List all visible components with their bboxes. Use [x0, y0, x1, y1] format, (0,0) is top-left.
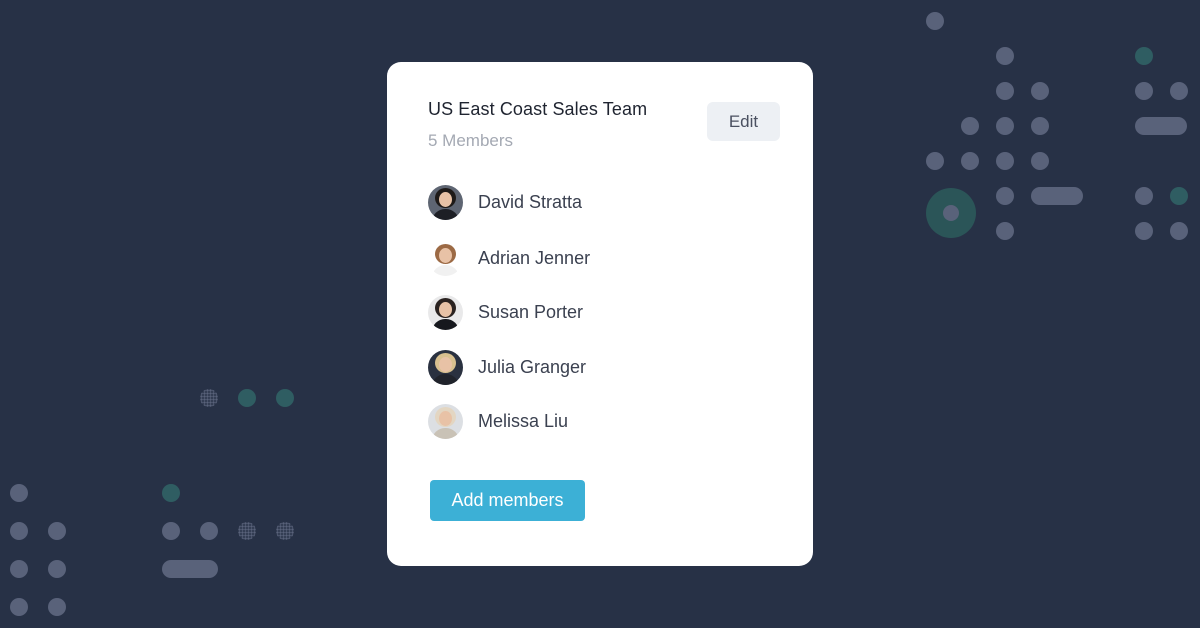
- decor-dot: [10, 560, 28, 578]
- add-members-button[interactable]: Add members: [430, 480, 585, 521]
- decor-dot: [1135, 47, 1153, 65]
- decor-dot: [996, 222, 1014, 240]
- decor-dot: [238, 522, 256, 540]
- decor-dot: [961, 117, 979, 135]
- decor-dot: [996, 152, 1014, 170]
- decor-dot: [926, 152, 944, 170]
- decor-dot: [1031, 117, 1049, 135]
- decor-dot: [1170, 187, 1188, 205]
- decor-ring: [926, 188, 976, 238]
- decor-dot: [238, 389, 256, 407]
- decor-dot: [200, 522, 218, 540]
- team-title: US East Coast Sales Team: [428, 99, 648, 119]
- member-row[interactable]: Susan Porter: [428, 294, 583, 330]
- member-row[interactable]: Julia Granger: [428, 349, 586, 385]
- decor-dot: [48, 560, 66, 578]
- member-row[interactable]: David Stratta: [428, 184, 582, 220]
- member-row[interactable]: Melissa Liu: [428, 403, 568, 439]
- decor-dot: [1170, 82, 1188, 100]
- decor-dot: [276, 522, 294, 540]
- decor-dot: [10, 598, 28, 616]
- decor-dot: [996, 187, 1014, 205]
- decor-dot: [162, 484, 180, 502]
- member-name: David Stratta: [478, 191, 583, 212]
- edit-button[interactable]: Edit: [707, 102, 780, 141]
- decor-dot: [48, 522, 66, 540]
- decor-dot: [996, 117, 1014, 135]
- decor-dot: [1031, 82, 1049, 100]
- avatar-photo-icon: [428, 349, 463, 385]
- decor-dot: [10, 484, 28, 502]
- avatar-photo-icon: [428, 294, 463, 330]
- member-name: Melissa Liu: [478, 410, 569, 431]
- decor-dot: [162, 522, 180, 540]
- member-name: Susan Porter: [478, 301, 584, 322]
- avatar-photo-icon: [428, 403, 463, 439]
- decor-dot: [10, 522, 28, 540]
- decor-dot: [961, 152, 979, 170]
- member-count: 5 Members: [428, 131, 514, 150]
- decor-dot: [48, 598, 66, 616]
- team-card: US East Coast Sales Team 5 Members Edit …: [387, 62, 813, 566]
- avatar-photo-icon: [428, 240, 463, 276]
- decor-dot: [1135, 187, 1153, 205]
- decor-pill: [1135, 117, 1187, 135]
- decor-pill: [1031, 187, 1083, 205]
- decor-dot: [996, 47, 1014, 65]
- decor-dot: [996, 82, 1014, 100]
- decor-dot: [926, 12, 944, 30]
- decor-dot: [1170, 222, 1188, 240]
- member-name: Julia Granger: [478, 356, 587, 377]
- decor-dot: [1135, 222, 1153, 240]
- decor-dot: [1135, 82, 1153, 100]
- decor-dot: [1031, 152, 1049, 170]
- decor-pill: [162, 560, 218, 578]
- decor-dot: [276, 389, 294, 407]
- member-name: Adrian Jenner: [478, 247, 591, 268]
- decor-dot: [200, 389, 218, 407]
- member-row[interactable]: Adrian Jenner: [428, 240, 590, 276]
- avatar-photo-icon: [428, 184, 463, 220]
